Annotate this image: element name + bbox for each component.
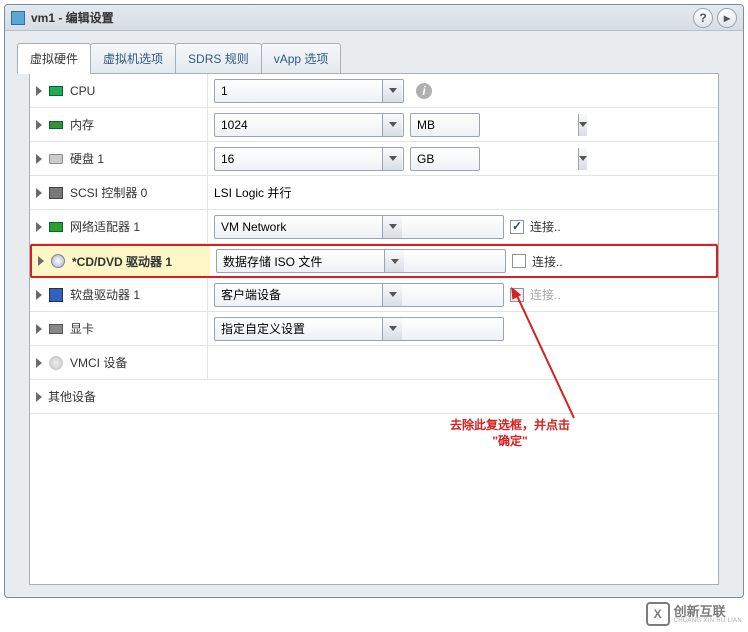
dropdown-arrow-icon[interactable] <box>382 284 402 306</box>
cpu-icon <box>48 83 64 99</box>
watermark-sub: CHUANG XIN HU LIAN <box>674 618 742 624</box>
network-connect-label: 连接.. <box>530 218 561 235</box>
disk-size-input[interactable] <box>214 147 404 171</box>
disk-label: 硬盘 1 <box>70 150 104 167</box>
dropdown-arrow-icon[interactable] <box>578 114 587 136</box>
info-icon[interactable]: i <box>416 83 432 99</box>
expander-icon[interactable] <box>36 324 42 334</box>
network-connect-checkbox[interactable] <box>510 220 524 234</box>
expander-icon[interactable] <box>36 222 42 232</box>
tab-vm-options[interactable]: 虚拟机选项 <box>90 43 176 73</box>
panel-spacer <box>30 414 718 584</box>
network-value[interactable] <box>215 216 382 238</box>
row-network: 网络适配器 1 连接.. <box>30 210 718 244</box>
dropdown-arrow-icon[interactable] <box>382 80 402 102</box>
scsi-label: SCSI 控制器 0 <box>70 184 147 201</box>
cpu-label: CPU <box>70 84 95 98</box>
network-select[interactable] <box>214 215 504 239</box>
floppy-value[interactable] <box>215 284 382 306</box>
floppy-select[interactable] <box>214 283 504 307</box>
cddvd-connect-label: 连接.. <box>532 253 563 270</box>
cpu-value[interactable] <box>215 80 382 102</box>
row-gpu: 显卡 <box>30 312 718 346</box>
tabs: 虚拟硬件 虚拟机选项 SDRS 规则 vApp 选项 CPU i <box>5 31 743 585</box>
vmci-icon <box>48 355 64 371</box>
vmci-label: VMCI 设备 <box>70 354 127 371</box>
network-label: 网络适配器 1 <box>70 218 140 235</box>
row-scsi: SCSI 控制器 0 LSI Logic 并行 <box>30 176 718 210</box>
gpu-value[interactable] <box>215 318 382 340</box>
edit-settings-dialog: vm1 - 编辑设置 ? ▸ 虚拟硬件 虚拟机选项 SDRS 规则 vApp 选… <box>4 4 744 598</box>
gpu-icon <box>48 321 64 337</box>
expander-icon[interactable] <box>38 256 44 266</box>
tab-vapp-options[interactable]: vApp 选项 <box>261 43 342 73</box>
help-button[interactable]: ? <box>693 8 713 28</box>
disk-value[interactable] <box>215 148 382 170</box>
watermark-logo-icon: X <box>646 602 670 626</box>
gpu-label: 显卡 <box>70 320 94 337</box>
floppy-icon <box>48 287 64 303</box>
expander-icon[interactable] <box>36 290 42 300</box>
expander-icon[interactable] <box>36 358 42 368</box>
gpu-select[interactable] <box>214 317 504 341</box>
network-icon <box>48 219 64 235</box>
memory-unit-select[interactable] <box>410 113 480 137</box>
tab-virtual-hardware[interactable]: 虚拟硬件 <box>17 43 91 74</box>
row-other: 其他设备 <box>30 380 718 414</box>
cpu-select[interactable] <box>214 79 404 103</box>
row-vmci: VMCI 设备 <box>30 346 718 380</box>
row-disk: 硬盘 1 <box>30 142 718 176</box>
dropdown-arrow-icon[interactable] <box>382 318 402 340</box>
spinner-arrow-icon[interactable] <box>382 114 402 136</box>
dropdown-arrow-icon[interactable] <box>384 250 404 272</box>
memory-label: 内存 <box>70 116 94 133</box>
annotation-line2: "确定" <box>450 434 570 450</box>
disk-unit-select[interactable] <box>410 147 480 171</box>
dialog-title: vm1 - 编辑设置 <box>31 9 114 26</box>
row-floppy: 软盘驱动器 1 连接.. <box>30 278 718 312</box>
cddvd-select[interactable] <box>216 249 506 273</box>
floppy-connect-label: 连接.. <box>530 286 561 303</box>
row-cpu: CPU i <box>30 74 718 108</box>
dropdown-arrow-icon[interactable] <box>382 216 402 238</box>
watermark: X 创新互联 CHUANG XIN HU LIAN <box>646 602 742 626</box>
expander-icon[interactable] <box>36 120 42 130</box>
memory-value[interactable] <box>215 114 382 136</box>
annotation-line1: 去除此复选框，并点击 <box>450 418 570 434</box>
vm-icon <box>11 11 25 25</box>
dropdown-arrow-icon[interactable] <box>578 148 587 170</box>
row-memory: 内存 <box>30 108 718 142</box>
tab-sdrs-rules[interactable]: SDRS 规则 <box>175 43 262 73</box>
watermark-brand: 创新互联 <box>674 605 742 618</box>
expander-icon[interactable] <box>36 154 42 164</box>
cd-icon <box>50 253 66 269</box>
cddvd-label: *CD/DVD 驱动器 1 <box>72 253 172 270</box>
memory-unit[interactable] <box>411 114 578 136</box>
scsi-value: LSI Logic 并行 <box>214 184 291 201</box>
cddvd-connect-checkbox[interactable] <box>512 254 526 268</box>
memory-input[interactable] <box>214 113 404 137</box>
cddvd-value[interactable] <box>217 250 384 272</box>
titlebar: vm1 - 编辑设置 ? ▸ <box>5 5 743 31</box>
memory-icon <box>48 117 64 133</box>
row-cddvd: *CD/DVD 驱动器 1 连接.. <box>30 244 718 278</box>
disk-icon <box>48 151 64 167</box>
other-label: 其他设备 <box>48 388 96 405</box>
hardware-panel: CPU i 内存 <box>29 73 719 585</box>
annotation-text: 去除此复选框，并点击 "确定" <box>450 418 570 449</box>
disk-unit[interactable] <box>411 148 578 170</box>
expander-icon[interactable] <box>36 188 42 198</box>
scsi-icon <box>48 185 64 201</box>
floppy-label: 软盘驱动器 1 <box>70 286 140 303</box>
close-button[interactable]: ▸ <box>717 8 737 28</box>
expander-icon[interactable] <box>36 86 42 96</box>
spinner-arrow-icon[interactable] <box>382 148 402 170</box>
expander-icon[interactable] <box>36 392 42 402</box>
